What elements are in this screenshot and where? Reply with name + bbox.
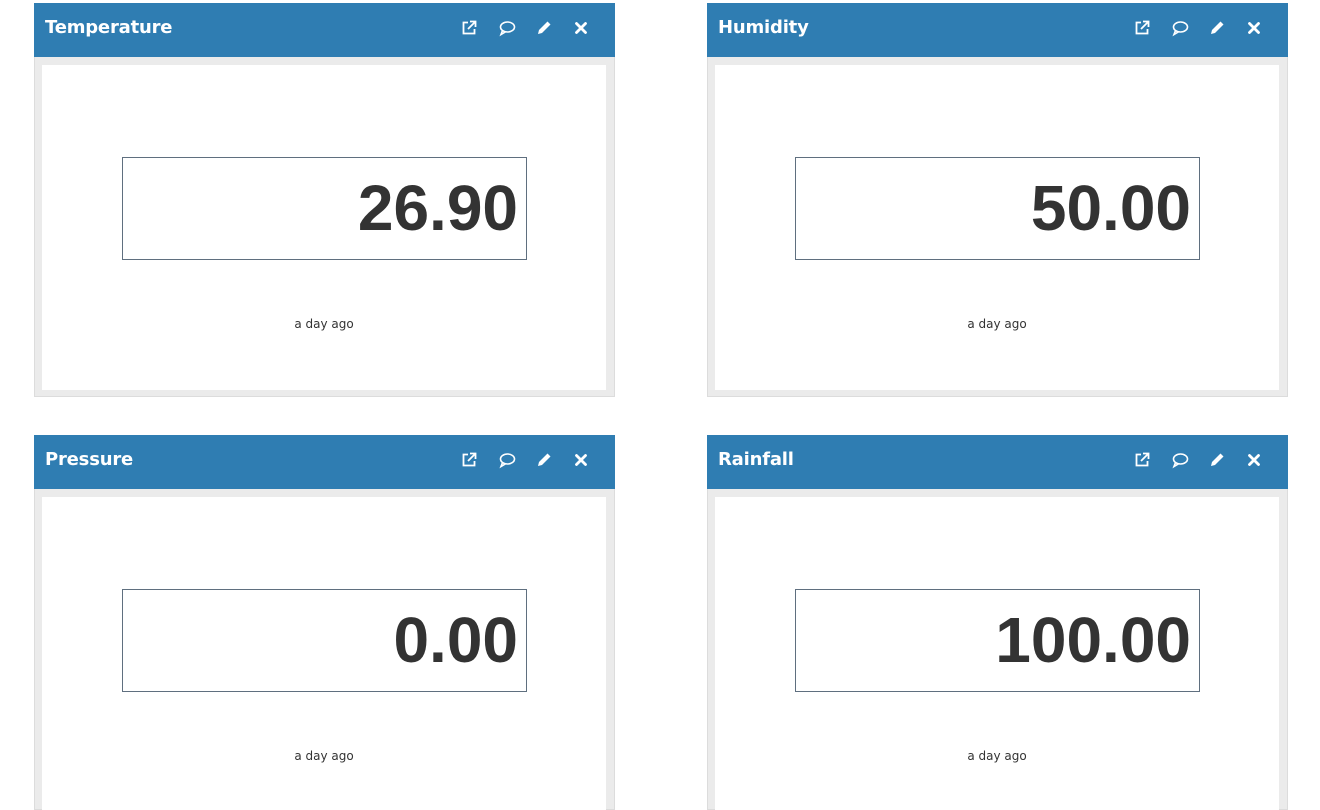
- widget-header: Rainfall: [707, 435, 1288, 489]
- external-link-icon[interactable]: [460, 451, 478, 469]
- comment-icon[interactable]: [1171, 451, 1189, 469]
- value-display: 0.00: [122, 589, 527, 692]
- widget-title: Temperature: [45, 17, 173, 38]
- close-icon[interactable]: [572, 451, 590, 469]
- widget-body: 26.90 a day ago: [42, 65, 606, 390]
- widget-header: Humidity: [707, 3, 1288, 57]
- value-display: 100.00: [795, 589, 1200, 692]
- widget-body: 0.00 a day ago: [42, 497, 606, 810]
- last-updated: a day ago: [294, 749, 354, 763]
- value-text: 100.00: [995, 604, 1191, 676]
- widget-body: 50.00 a day ago: [715, 65, 1279, 390]
- last-updated: a day ago: [967, 749, 1027, 763]
- pencil-icon[interactable]: [1208, 19, 1226, 37]
- widget-humidity: Humidity 50.00 a day ago: [707, 3, 1288, 397]
- widget-pressure: Pressure 0.00 a day ago: [34, 435, 615, 810]
- comment-icon[interactable]: [498, 19, 516, 37]
- pencil-icon[interactable]: [535, 19, 553, 37]
- value-text: 50.00: [1030, 172, 1191, 244]
- close-icon[interactable]: [1245, 451, 1263, 469]
- value-text: 26.90: [357, 172, 518, 244]
- last-updated: a day ago: [294, 317, 354, 331]
- widget-body: 100.00 a day ago: [715, 497, 1279, 810]
- external-link-icon[interactable]: [1133, 19, 1151, 37]
- widget-temperature: Temperature 26.90 a day ago: [34, 3, 615, 397]
- external-link-icon[interactable]: [460, 19, 478, 37]
- value-display: 26.90: [122, 157, 527, 260]
- comment-icon[interactable]: [498, 451, 516, 469]
- widget-title: Rainfall: [718, 449, 794, 470]
- value-display: 50.00: [795, 157, 1200, 260]
- pencil-icon[interactable]: [1208, 451, 1226, 469]
- value-text: 0.00: [393, 604, 518, 676]
- widget-title: Pressure: [45, 449, 134, 470]
- close-icon[interactable]: [1245, 19, 1263, 37]
- pencil-icon[interactable]: [535, 451, 553, 469]
- close-icon[interactable]: [572, 19, 590, 37]
- widget-title: Humidity: [718, 17, 809, 38]
- widget-header: Temperature: [34, 3, 615, 57]
- external-link-icon[interactable]: [1133, 451, 1151, 469]
- widget-rainfall: Rainfall 100.00 a day ago: [707, 435, 1288, 810]
- comment-icon[interactable]: [1171, 19, 1189, 37]
- widget-header: Pressure: [34, 435, 615, 489]
- last-updated: a day ago: [967, 317, 1027, 331]
